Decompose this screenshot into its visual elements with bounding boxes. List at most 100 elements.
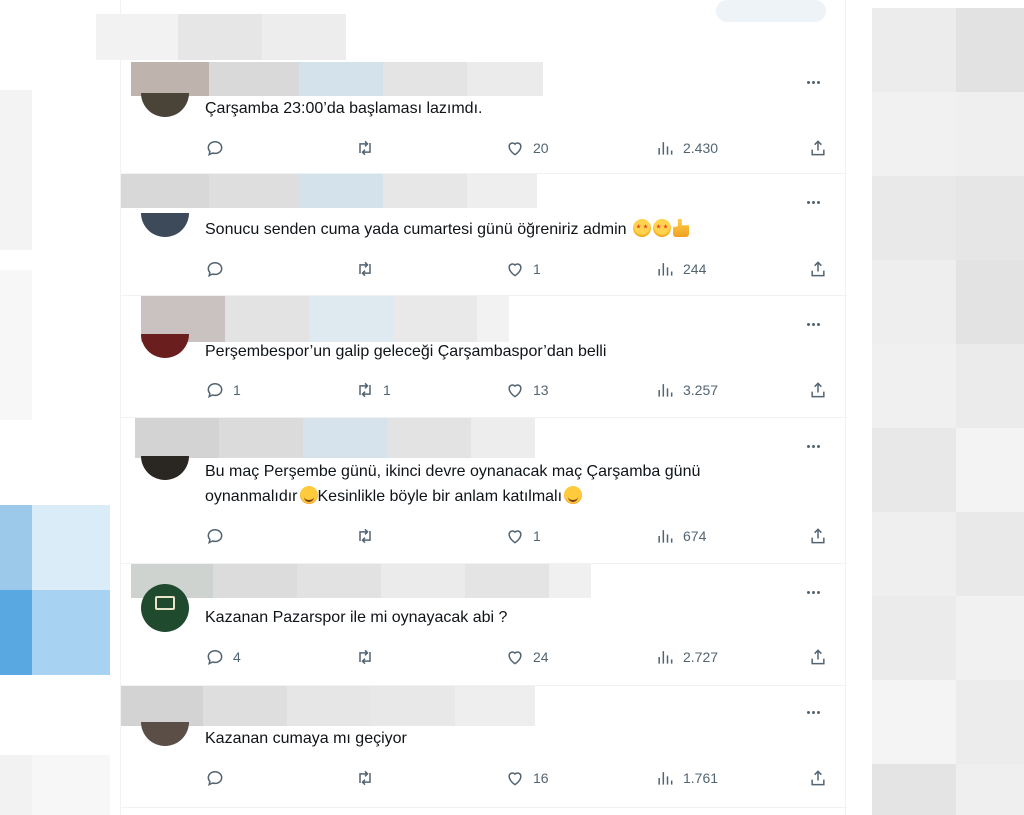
right-sidebar-blurred (872, 0, 1024, 815)
more-icon[interactable] (803, 72, 823, 92)
star-struck-emoji-icon (633, 219, 652, 237)
like-icon (508, 651, 522, 665)
reply-feed: Çarşamba 23:00’da başlaması lazımdı. 20 … (120, 0, 847, 815)
like-button[interactable]: 13 (505, 378, 549, 402)
reply-icon (207, 382, 223, 399)
user-header-blurred (141, 296, 509, 342)
action-bar: 1 674 (205, 524, 835, 548)
views-button[interactable]: 3.257 (655, 378, 718, 402)
action-bar: 20 2.430 (205, 136, 835, 160)
share-button[interactable] (808, 766, 828, 790)
like-icon (508, 530, 522, 544)
user-header-blurred (121, 686, 535, 726)
share-icon (811, 382, 825, 398)
thumbs-up-emoji-icon (673, 219, 690, 237)
reply-button[interactable] (205, 257, 233, 281)
reply-icon (207, 261, 223, 278)
more-icon[interactable] (803, 702, 823, 722)
like-icon (508, 384, 522, 398)
view-count: 1.761 (683, 770, 719, 786)
share-icon (811, 770, 825, 786)
tweet-reply[interactable]: Kazanan cumaya mı geçiyor 16 1.761 (121, 686, 847, 808)
reply-button[interactable] (205, 136, 233, 160)
more-icon[interactable] (803, 314, 823, 334)
reply-button[interactable]: 1 (205, 378, 241, 402)
retweet-button[interactable] (355, 257, 383, 281)
tweet-text: Kazanan cumaya mı geçiyor (205, 730, 407, 747)
views-button[interactable]: 2.430 (655, 136, 718, 160)
like-count: 1 (533, 261, 541, 277)
reply-button[interactable]: 4 (205, 645, 241, 669)
reply-button[interactable] (205, 766, 233, 790)
view-count: 3.257 (683, 382, 719, 398)
retweet-icon (359, 770, 371, 786)
share-icon (811, 528, 825, 544)
reply-count: 1 (233, 382, 241, 398)
views-button[interactable]: 2.727 (655, 645, 718, 669)
retweet-button[interactable] (355, 136, 383, 160)
tweet-text-line: oynanmalıdır Kesinlikle böyle bir anlam k… (205, 484, 583, 509)
star-struck-emoji-icon (653, 219, 672, 237)
share-button[interactable] (808, 524, 828, 548)
action-bar: 1 244 (205, 257, 835, 281)
retweet-icon (359, 528, 371, 544)
tweet-reply[interactable]: Çarşamba 23:00’da başlaması lazımdı. 20 … (121, 62, 847, 174)
reply-count: 4 (233, 649, 241, 665)
like-icon (508, 263, 522, 277)
like-icon (508, 772, 522, 786)
tweet-reply[interactable]: Kazanan Pazarspor ile mi oynayacak abi ?… (121, 564, 847, 686)
like-button[interactable]: 24 (505, 645, 549, 669)
more-icon[interactable] (803, 582, 823, 602)
retweet-icon (359, 261, 371, 277)
avatar[interactable] (141, 584, 189, 632)
user-header-blurred (135, 418, 535, 458)
retweet-button[interactable] (355, 645, 383, 669)
tweet-reply[interactable]: Bu maç Perşembe günü, ikinci devre oynan… (121, 418, 847, 564)
tweet-text: Çarşamba 23:00’da başlaması lazımdı. (205, 100, 483, 117)
like-count: 20 (533, 140, 549, 156)
like-button[interactable]: 20 (505, 136, 549, 160)
user-header-blurred (131, 564, 591, 598)
reply-icon (207, 528, 223, 545)
like-count: 1 (533, 528, 541, 544)
like-count: 16 (533, 770, 549, 786)
like-button[interactable]: 16 (505, 766, 549, 790)
share-button[interactable] (808, 378, 828, 402)
like-icon (508, 142, 522, 156)
like-button[interactable]: 1 (505, 524, 541, 548)
views-button[interactable]: 674 (655, 524, 706, 548)
share-button[interactable] (808, 257, 828, 281)
more-icon[interactable] (803, 436, 823, 456)
retweet-button[interactable]: 1 (355, 378, 391, 402)
tweet-reply[interactable]: Sonucu senden cuma yada cumartesi günü ö… (121, 174, 847, 296)
left-sidebar-blurred (0, 0, 120, 815)
views-button[interactable]: 1.761 (655, 766, 718, 790)
views-icon (658, 651, 673, 664)
share-icon (811, 649, 825, 665)
smiling-face-emoji-icon (564, 486, 583, 504)
tweet-text: Sonucu senden cuma yada cumartesi günü ö… (205, 217, 690, 242)
views-icon (658, 772, 673, 785)
like-button[interactable]: 1 (505, 257, 541, 281)
retweet-button[interactable] (355, 524, 383, 548)
view-count: 2.727 (683, 649, 719, 665)
retweet-icon (359, 649, 371, 665)
tweet-reply[interactable]: Perşembespor’un galip geleceği Çarşambas… (121, 296, 847, 418)
retweet-count: 1 (383, 382, 391, 398)
views-icon (658, 142, 673, 155)
more-icon[interactable] (803, 192, 823, 212)
tweet-text-line: Bu maç Perşembe günü, ikinci devre oynan… (205, 463, 701, 480)
retweet-button[interactable] (355, 766, 383, 790)
reply-button[interactable] (205, 524, 233, 548)
share-button[interactable] (808, 645, 828, 669)
retweet-icon (359, 382, 371, 398)
smiling-face-emoji-icon (299, 486, 318, 504)
views-icon (658, 384, 673, 397)
user-header-blurred (131, 62, 543, 96)
share-button[interactable] (808, 136, 828, 160)
action-bar: 1 1 13 3.257 (205, 378, 835, 402)
reply-icon (207, 140, 223, 157)
like-count: 13 (533, 382, 549, 398)
views-button[interactable]: 244 (655, 257, 706, 281)
tweet-text: Perşembespor’un galip geleceği Çarşambas… (205, 343, 607, 360)
